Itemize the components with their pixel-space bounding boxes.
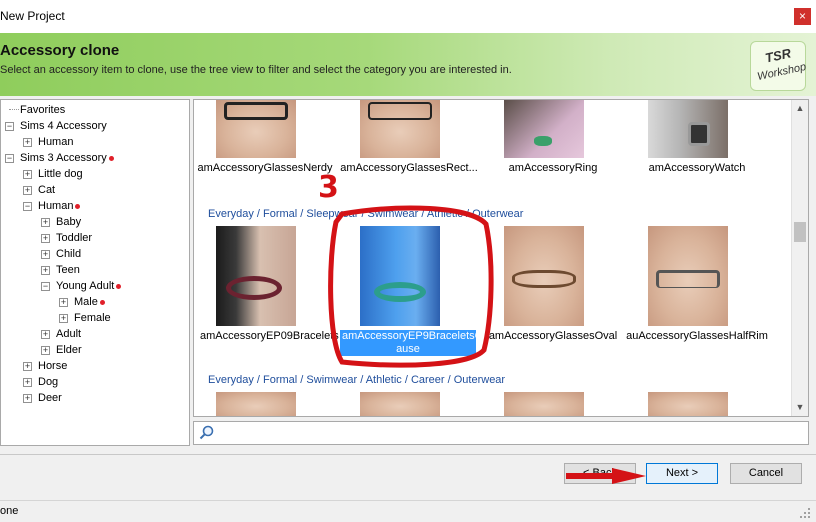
tree-node-sims3-accessory[interactable]: − Sims 3 Accessory [5,150,185,166]
collapse-icon[interactable]: − [5,154,14,163]
item-thumbnail [504,226,584,326]
item-thumbnail [360,226,440,326]
accessory-gallery[interactable]: amAccessoryGlassesNerdy amAccessoryGlass… [193,99,809,417]
scroll-up-icon[interactable]: ▲ [792,100,808,117]
group-header: Everyday / Formal / Swimwear / Athletic … [208,374,506,386]
tree-node-elder[interactable]: + Elder [41,342,181,358]
category-tree[interactable]: Favorites − Sims 4 Accessory + Human − S… [0,99,190,446]
tree-node-sims3-human[interactable]: − Human [23,198,183,214]
status-text: one [0,505,19,517]
item-label: auAccessoryGlassesHalfRim [626,330,768,342]
item-label: amAccessoryGlassesOval [488,330,618,342]
item-thumbnail [216,100,296,158]
item-thumbnail[interactable] [504,392,584,416]
glasses-icon [656,270,720,288]
footer-divider [0,454,816,455]
glasses-icon [224,102,288,120]
expand-icon[interactable]: + [41,346,50,355]
wizard-header: Accessory clone Select an accessory item… [0,33,816,96]
step-number: 3 [318,170,339,205]
search-box[interactable] [193,421,809,445]
scroll-down-icon[interactable]: ▼ [792,399,808,416]
glasses-icon [512,270,576,288]
item-thumbnail [504,100,584,158]
expand-icon[interactable]: + [41,330,50,339]
item-label: amAccessoryWatch [648,162,746,174]
tree-node-baby[interactable]: + Baby [41,214,181,230]
tree-node-teen[interactable]: + Teen [41,262,181,278]
item-thumbnail [648,100,728,158]
tree-node-little-dog[interactable]: + Little dog [23,166,183,182]
page-subtitle: Select an accessory item to clone, use t… [0,64,512,76]
expand-icon[interactable]: + [23,362,32,371]
tree-node-dog[interactable]: + Dog [23,374,183,390]
expand-icon[interactable]: + [59,314,68,323]
tree-connector [9,109,19,110]
tree-node-sims4-accessory[interactable]: − Sims 4 Accessory [5,118,185,134]
collapse-icon[interactable]: − [41,282,50,291]
item-thumbnail [648,226,728,326]
expand-icon[interactable]: + [23,394,32,403]
item-label: amAccessoryRing [508,162,598,174]
expand-icon[interactable]: + [23,138,32,147]
expand-icon[interactable]: + [41,250,50,259]
item-thumbnail [360,100,440,158]
tree-node-female[interactable]: + Female [59,310,179,326]
tree-node-cat[interactable]: + Cat [23,182,183,198]
page-title: Accessory clone [0,42,120,59]
bangle-icon [374,282,426,302]
expand-icon[interactable]: + [59,298,68,307]
item-thumbnail[interactable] [360,392,440,416]
marker-dot-icon [75,203,81,209]
tree-node-toddler[interactable]: + Toddler [41,230,181,246]
search-icon[interactable] [199,425,215,441]
item-thumbnail [216,226,296,326]
tree-node-young-adult[interactable]: − Young Adult [41,278,181,294]
cancel-button[interactable]: Cancel [730,463,802,484]
marker-dot-icon [99,299,105,305]
selected-item-label[interactable]: amAccessoryEP9BraceletsC ause [340,330,483,356]
expand-icon[interactable]: + [23,186,32,195]
tree-node-adult[interactable]: + Adult [41,326,181,342]
item-label: amAccessoryGlassesRect... [340,162,478,174]
glasses-icon [368,102,432,120]
next-button[interactable]: Next > [646,463,718,484]
collapse-icon[interactable]: − [23,202,32,211]
status-bar: one [0,500,816,522]
item-label: amAccessoryGlassesNerdy [197,162,333,174]
logo-text-line2: Workshop [756,60,808,84]
expand-icon[interactable]: + [41,234,50,243]
tree-node-deer[interactable]: + Deer [23,390,183,406]
tree-node-sims4-human[interactable]: + Human [23,134,183,150]
group-header: Everyday / Formal / Sleepwear / Swimwear… [208,208,524,220]
back-button[interactable]: < Back [564,463,636,484]
collapse-icon[interactable]: − [5,122,14,131]
bracelet-icon [226,276,282,300]
marker-dot-icon [116,283,122,289]
logo-text-line1: TSR [763,45,793,66]
tree-node-horse[interactable]: + Horse [23,358,183,374]
scroll-thumb[interactable] [794,222,806,242]
watch-icon [688,122,710,146]
gallery-scrollbar[interactable]: ▲ ▼ [791,100,808,416]
item-thumbnail[interactable] [648,392,728,416]
tsr-workshop-logo: TSR Workshop [750,41,808,91]
close-button[interactable]: × [794,8,811,25]
tree-node-child[interactable]: + Child [41,246,181,262]
expand-icon[interactable]: + [23,170,32,179]
tree-node-male[interactable]: + Male [59,294,179,310]
ring-icon [534,136,552,146]
window-title: New Project [0,9,65,23]
expand-icon[interactable]: + [41,218,50,227]
marker-dot-icon [108,155,114,161]
title-bar: New Project × [0,0,816,33]
item-label: amAccessoryEP09Bracelets [200,330,339,342]
expand-icon[interactable]: + [41,266,50,275]
item-thumbnail[interactable] [216,392,296,416]
resize-grip-icon[interactable] [799,507,811,519]
expand-icon[interactable]: + [23,378,32,387]
